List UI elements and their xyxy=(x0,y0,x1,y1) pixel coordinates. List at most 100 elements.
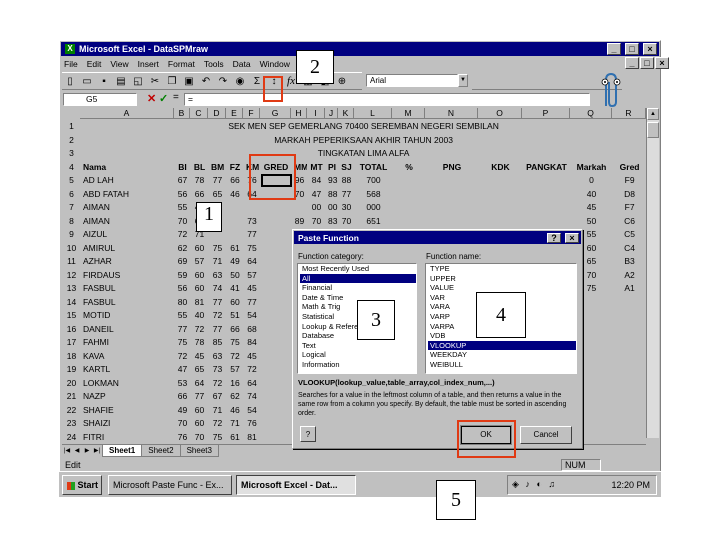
cell[interactable] xyxy=(260,308,292,323)
cell[interactable]: AIZUL xyxy=(80,227,175,242)
cell[interactable]: 66 xyxy=(174,389,191,404)
cell[interactable]: 568 xyxy=(354,186,393,201)
cell[interactable]: 84 xyxy=(243,335,261,350)
cell[interactable]: PNG xyxy=(425,159,479,174)
cell[interactable]: A2 xyxy=(611,267,648,282)
redo-icon[interactable]: ↷ xyxy=(215,73,231,89)
cell[interactable]: 51 xyxy=(226,308,244,323)
row-header[interactable]: 13 xyxy=(62,281,81,296)
cell[interactable]: 80 xyxy=(174,294,191,309)
cell[interactable]: 72 xyxy=(226,348,244,363)
cell[interactable]: 66 xyxy=(226,321,244,336)
cell[interactable]: 45 xyxy=(243,281,261,296)
row-header[interactable]: 21 xyxy=(62,389,81,404)
cell[interactable]: 60 xyxy=(190,416,209,431)
undo-icon[interactable]: ↶ xyxy=(198,73,214,89)
cell[interactable]: 45 xyxy=(570,200,613,215)
cell[interactable]: 71 xyxy=(226,416,244,431)
cell[interactable]: FZ xyxy=(226,159,244,174)
next-sheet-icon[interactable]: ▶ xyxy=(82,445,92,456)
cell[interactable] xyxy=(260,200,292,215)
cell[interactable] xyxy=(260,416,292,431)
cell[interactable] xyxy=(260,389,292,404)
cell[interactable] xyxy=(611,416,648,431)
cell[interactable]: C4 xyxy=(611,240,648,255)
cell[interactable]: 74 xyxy=(208,281,227,296)
cell[interactable] xyxy=(260,402,292,417)
cell[interactable] xyxy=(611,375,648,390)
cell[interactable]: 75 xyxy=(243,240,261,255)
preview-icon[interactable]: ◱ xyxy=(130,73,146,89)
cell[interactable] xyxy=(392,186,426,201)
print-icon[interactable]: ▤ xyxy=(113,73,129,89)
column-header[interactable]: G xyxy=(260,108,291,119)
cell[interactable] xyxy=(478,173,523,188)
cell[interactable]: A1 xyxy=(611,281,648,296)
column-header[interactable]: C xyxy=(190,108,208,119)
column-header[interactable]: R xyxy=(612,108,646,119)
cell[interactable]: 50 xyxy=(226,267,244,282)
cell[interactable]: 75 xyxy=(174,335,191,350)
cell[interactable]: F7 xyxy=(611,200,648,215)
function-item[interactable]: WEEKDAY xyxy=(428,350,576,360)
cell[interactable]: MOTID xyxy=(80,308,175,323)
cell[interactable] xyxy=(611,362,648,377)
sheet-tab-1[interactable]: Sheet1 xyxy=(102,445,143,457)
cell[interactable]: MT xyxy=(307,159,326,174)
formula-input[interactable]: = xyxy=(184,93,590,106)
name-box[interactable]: G5 xyxy=(63,93,137,106)
cell[interactable]: F9 xyxy=(611,173,648,188)
cell[interactable]: 76 xyxy=(243,416,261,431)
cell[interactable]: NAZP xyxy=(80,389,175,404)
cell[interactable]: 75 xyxy=(208,429,227,444)
cell[interactable]: SJ xyxy=(338,159,355,174)
sheet-tab-3[interactable]: Sheet3 xyxy=(179,445,219,457)
cell[interactable]: 77 xyxy=(174,321,191,336)
row-header[interactable]: 7 xyxy=(62,200,81,215)
cell[interactable]: 66 xyxy=(226,173,244,188)
category-item[interactable]: Financial xyxy=(300,283,416,293)
cell[interactable]: BM xyxy=(208,159,227,174)
cell[interactable]: C6 xyxy=(611,213,648,228)
cell[interactable] xyxy=(611,429,648,444)
cell[interactable]: 85 xyxy=(208,335,227,350)
cell[interactable]: 88 xyxy=(338,173,355,188)
cell[interactable]: 50 xyxy=(570,213,613,228)
column-header[interactable]: J xyxy=(325,108,338,119)
cell[interactable] xyxy=(478,186,523,201)
doc-close-button[interactable]: × xyxy=(655,57,669,69)
doc-maximize-button[interactable]: □ xyxy=(640,57,654,69)
cell[interactable]: 55 xyxy=(174,200,191,215)
cell[interactable]: 65 xyxy=(208,186,227,201)
cell[interactable] xyxy=(260,281,292,296)
sheet-title-cell[interactable]: SEK MEN SEP GEMERLANG 70400 SEREMBAN NEG… xyxy=(79,119,648,134)
cell[interactable]: 700 xyxy=(354,173,393,188)
row-header[interactable]: 8 xyxy=(62,213,81,228)
column-header[interactable]: A xyxy=(80,108,174,119)
cell[interactable] xyxy=(478,200,523,215)
cell[interactable]: 57 xyxy=(190,254,209,269)
cell[interactable]: 54 xyxy=(243,308,261,323)
function-item[interactable]: VLOOKUP xyxy=(428,340,576,351)
cell[interactable]: 66 xyxy=(190,186,209,201)
cell[interactable]: FASBUL xyxy=(80,281,175,296)
dialog-help-title-button[interactable]: ? xyxy=(547,232,561,243)
copy-icon[interactable]: ❐ xyxy=(164,73,180,89)
cell[interactable]: FAHMI xyxy=(80,335,175,350)
sheet-title-cell[interactable]: TINGKATAN LIMA ALFA xyxy=(79,146,648,161)
cell[interactable]: 81 xyxy=(190,294,209,309)
cell[interactable]: 64 xyxy=(243,375,261,390)
cell[interactable]: C5 xyxy=(611,227,648,242)
cell[interactable]: 70 xyxy=(307,213,326,228)
column-header[interactable]: M xyxy=(392,108,425,119)
cell[interactable]: PANGKAT xyxy=(522,159,571,174)
cell[interactable]: 47 xyxy=(307,186,326,201)
category-item[interactable]: Text xyxy=(300,341,416,351)
cell[interactable]: Gred xyxy=(611,159,648,174)
cell[interactable]: 93 xyxy=(325,173,339,188)
cell[interactable]: 45 xyxy=(190,348,209,363)
cell[interactable] xyxy=(260,321,292,336)
row-header[interactable]: 18 xyxy=(62,348,81,363)
cell[interactable]: AD LAH xyxy=(80,173,175,188)
cell[interactable]: 72 xyxy=(208,375,227,390)
